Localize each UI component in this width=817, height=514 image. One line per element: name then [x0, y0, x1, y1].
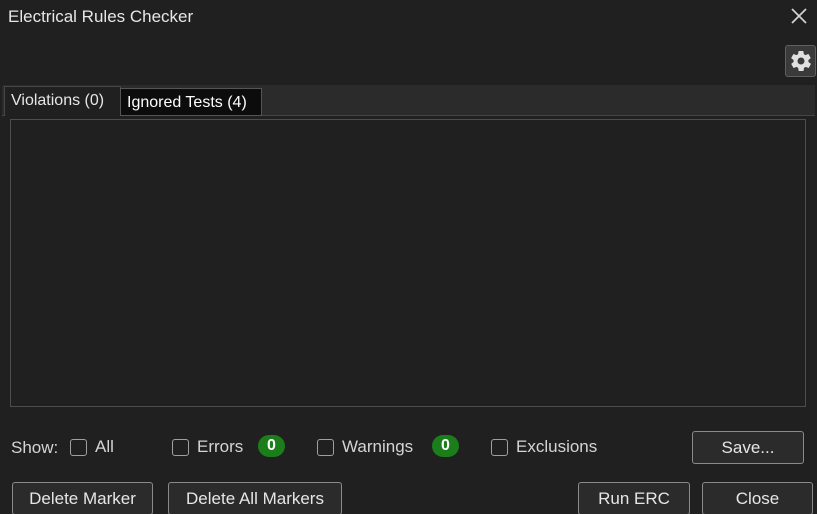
filter-warnings[interactable]: Warnings — [317, 437, 413, 457]
warnings-checkbox[interactable] — [317, 438, 334, 456]
save-button[interactable]: Save... — [692, 431, 804, 464]
tab-bar: Violations (0) Ignored Tests (4) — [2, 85, 815, 116]
close-icon[interactable] — [789, 6, 809, 26]
exclusions-checkbox[interactable] — [491, 438, 508, 456]
filter-errors[interactable]: Errors — [172, 437, 243, 457]
violations-list[interactable] — [10, 119, 806, 407]
gear-icon — [790, 50, 811, 72]
delete-all-markers-button[interactable]: Delete All Markers — [168, 482, 342, 514]
errors-count-badge: 0 — [258, 435, 285, 457]
settings-button[interactable] — [785, 45, 816, 77]
close-button[interactable]: Close — [702, 482, 813, 514]
errors-checkbox[interactable] — [172, 438, 189, 456]
warnings-label: Warnings — [342, 437, 414, 456]
delete-marker-button[interactable]: Delete Marker — [12, 482, 153, 514]
dialog-title: Electrical Rules Checker — [8, 7, 194, 26]
tab-ignored-tests[interactable]: Ignored Tests (4) — [120, 88, 262, 116]
erc-dialog: Electrical Rules Checker Violations (0) … — [0, 0, 817, 514]
filter-exclusions[interactable]: Exclusions — [491, 437, 597, 457]
all-label: All — [95, 437, 114, 456]
show-label: Show: — [11, 438, 59, 457]
warnings-count-badge: 0 — [432, 435, 459, 457]
exclusions-label: Exclusions — [516, 437, 598, 456]
errors-label: Errors — [197, 437, 244, 456]
all-checkbox[interactable] — [70, 438, 87, 456]
filter-all[interactable]: All — [70, 437, 114, 457]
run-erc-button[interactable]: Run ERC — [578, 482, 690, 514]
tab-violations[interactable]: Violations (0) — [4, 86, 121, 116]
